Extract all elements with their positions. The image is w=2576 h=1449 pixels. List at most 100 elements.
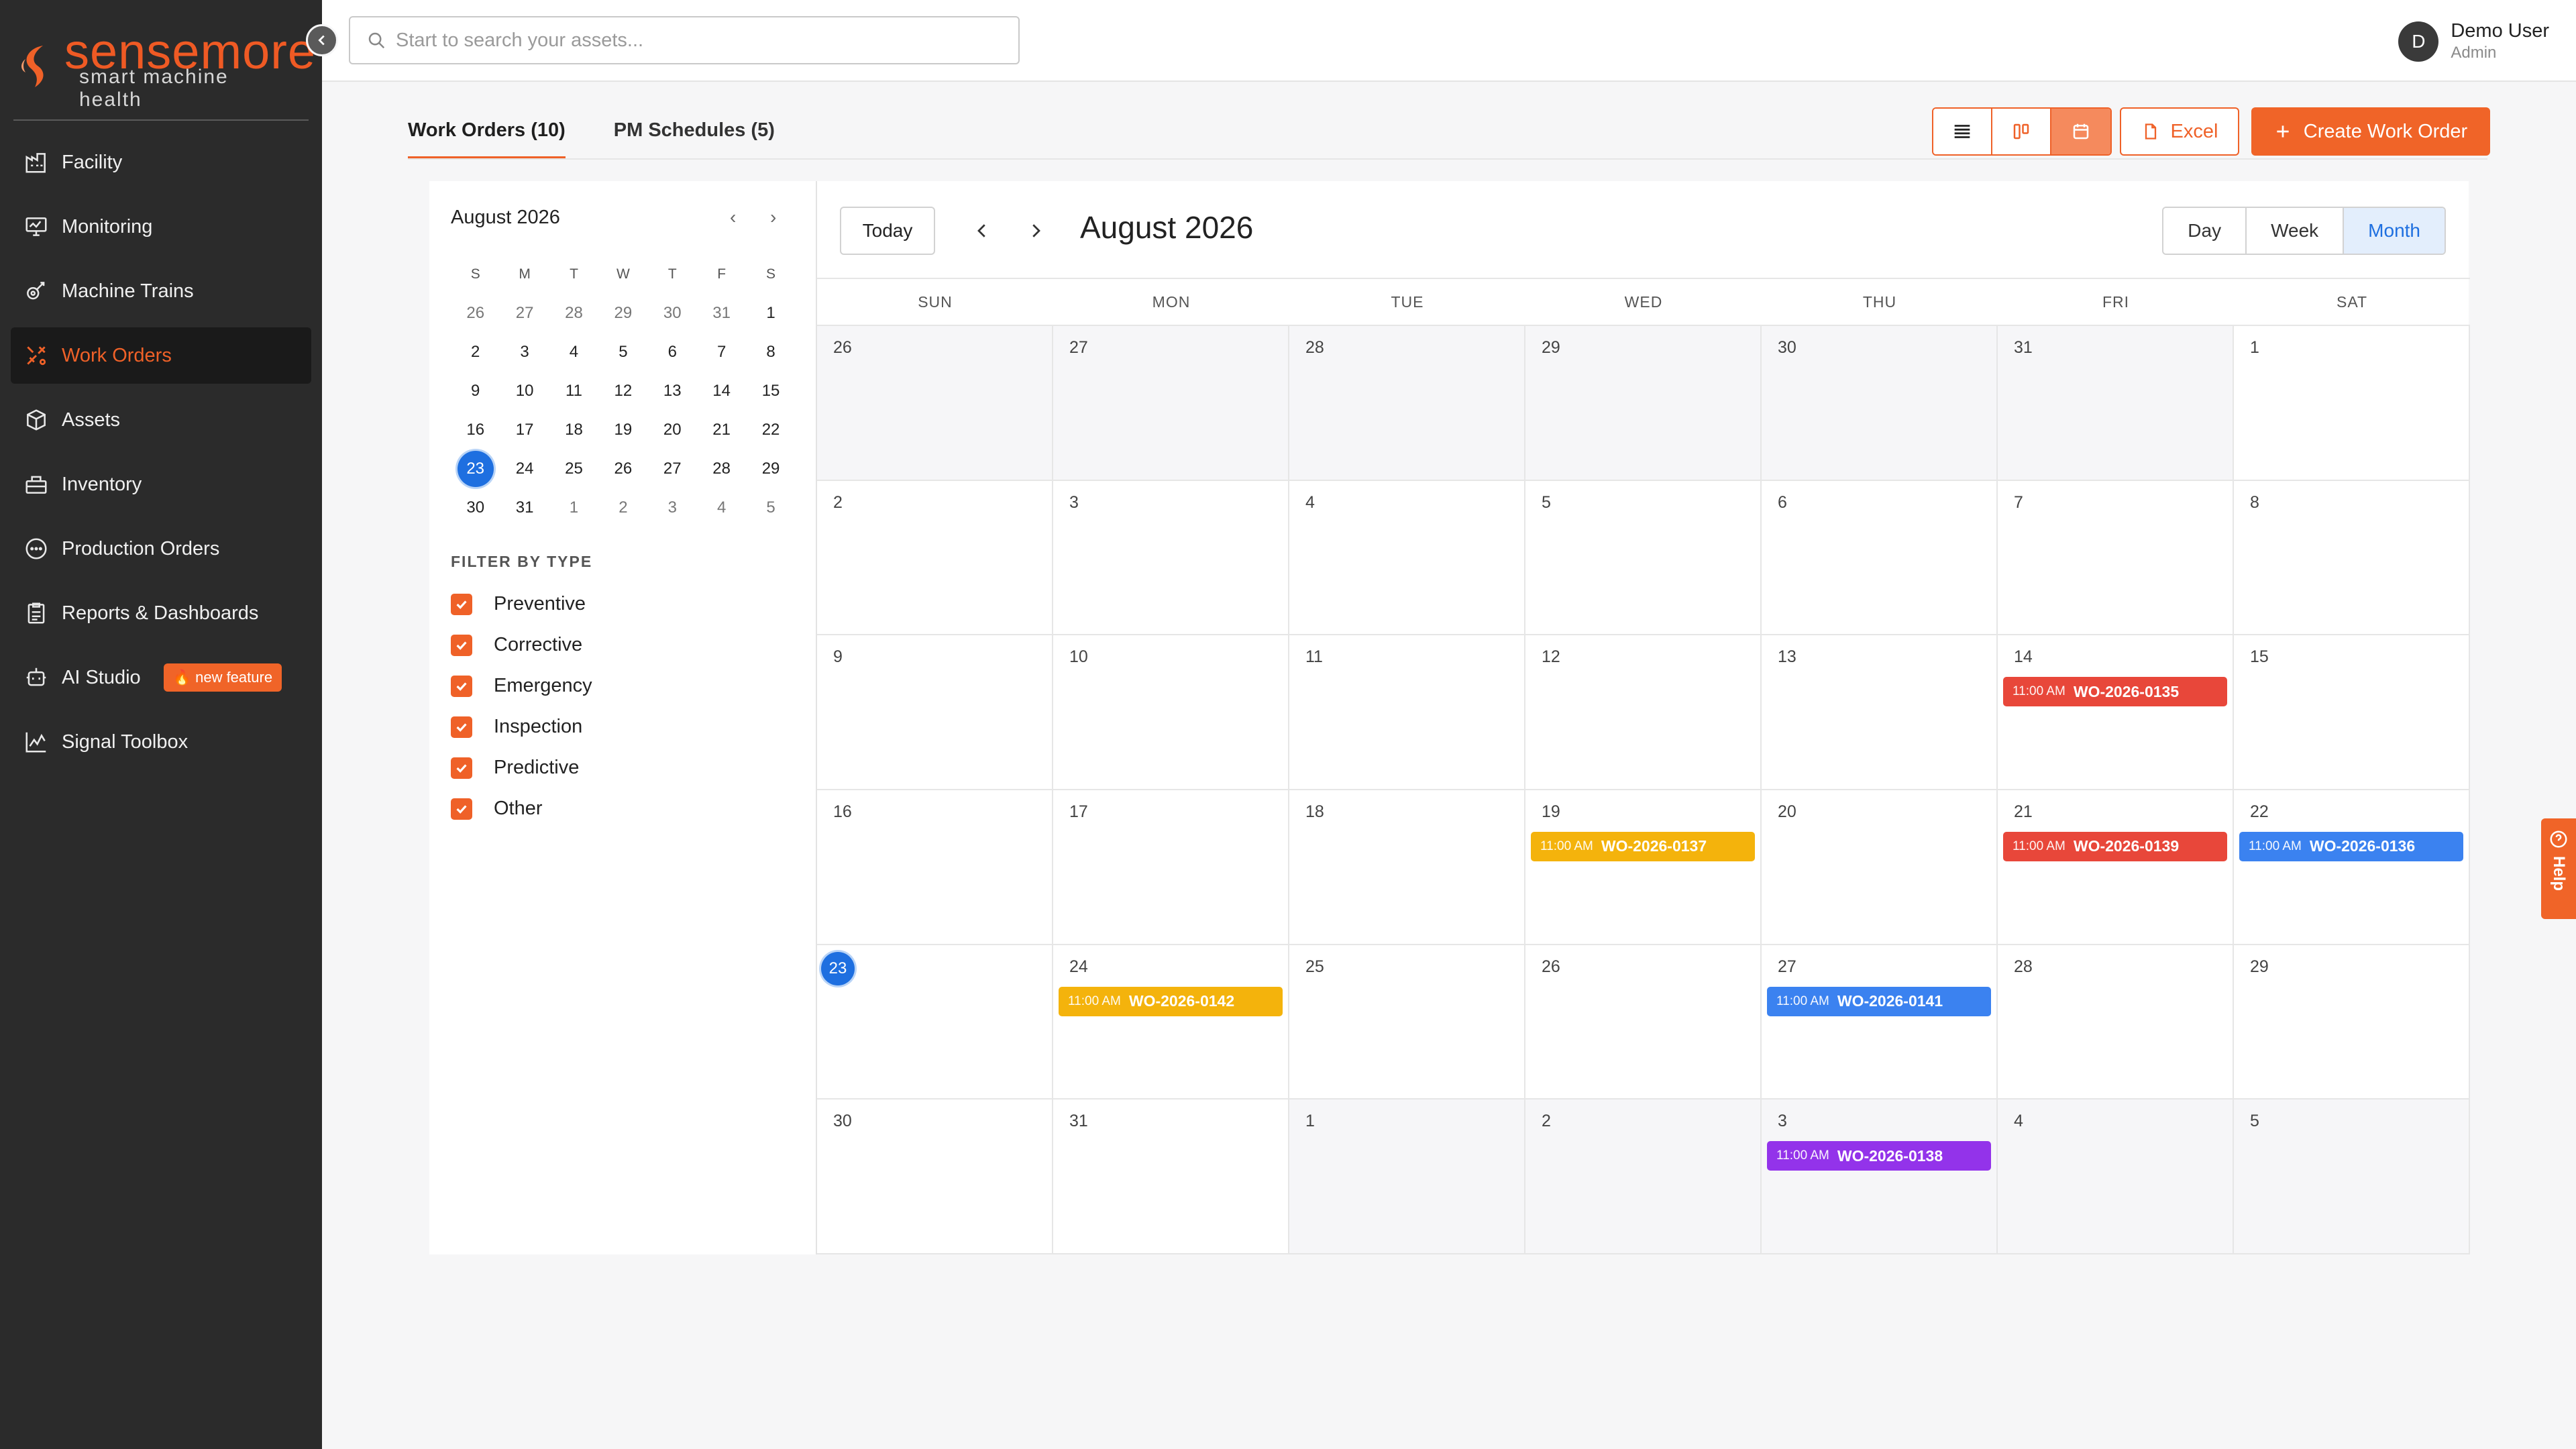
checkbox[interactable]: [451, 716, 472, 738]
sidebar-item-assets[interactable]: Assets: [11, 392, 311, 448]
day-cell[interactable]: 27 11:00 AM WO-2026-0141: [1762, 945, 1998, 1100]
mini-day[interactable]: 3: [648, 488, 697, 527]
mini-day[interactable]: 31: [697, 294, 746, 333]
mini-day[interactable]: 19: [598, 411, 647, 449]
day-view-button[interactable]: Day: [2163, 208, 2247, 254]
mini-day[interactable]: 5: [746, 488, 795, 527]
day-cell[interactable]: 9: [817, 635, 1053, 790]
mini-day[interactable]: 6: [648, 333, 697, 372]
mini-day[interactable]: 10: [500, 372, 549, 411]
sidebar-item-signal-toolbox[interactable]: Signal Toolbox: [11, 714, 311, 770]
day-cell[interactable]: 20: [1762, 790, 1998, 945]
day-cell[interactable]: 26: [817, 326, 1053, 481]
mini-day[interactable]: 23: [451, 449, 500, 488]
mini-day[interactable]: 20: [648, 411, 697, 449]
day-cell[interactable]: 23: [817, 945, 1053, 1100]
sidebar-item-reports[interactable]: Reports & Dashboards: [11, 585, 311, 641]
checkbox[interactable]: [451, 593, 472, 615]
mini-day[interactable]: 30: [648, 294, 697, 333]
mini-next-month-button[interactable]: ›: [770, 207, 776, 228]
checkbox[interactable]: [451, 634, 472, 656]
work-order-event[interactable]: 11:00 AM WO-2026-0137: [1531, 831, 1755, 861]
day-cell[interactable]: 31: [1998, 326, 2234, 481]
mini-day[interactable]: 7: [697, 333, 746, 372]
mini-day[interactable]: 4: [697, 488, 746, 527]
mini-day[interactable]: 1: [746, 294, 795, 333]
mini-day[interactable]: 2: [598, 488, 647, 527]
user-menu[interactable]: D Demo User Admin: [2398, 20, 2549, 62]
day-cell[interactable]: 17: [1053, 790, 1289, 945]
sidebar-item-inventory[interactable]: Inventory: [11, 456, 311, 513]
day-cell[interactable]: 18: [1289, 790, 1525, 945]
checkbox[interactable]: [451, 757, 472, 779]
day-cell[interactable]: 8: [2234, 480, 2470, 636]
work-order-event[interactable]: 11:00 AM WO-2026-0139: [2003, 831, 2227, 861]
search-input[interactable]: [396, 29, 986, 52]
mini-day[interactable]: 1: [549, 488, 598, 527]
mini-day[interactable]: 26: [598, 449, 647, 488]
week-view-button[interactable]: Week: [2247, 208, 2345, 254]
day-cell[interactable]: 29: [1525, 326, 1762, 481]
day-cell[interactable]: 28: [1998, 945, 2234, 1100]
next-month-button[interactable]: [1020, 215, 1052, 247]
checkbox[interactable]: [451, 675, 472, 697]
search-box[interactable]: [349, 16, 1020, 64]
sidebar-item-ai-studio[interactable]: AI Studio 🔥 new feature: [11, 649, 311, 706]
board-view-button[interactable]: [1992, 109, 2051, 154]
day-cell[interactable]: 28: [1289, 326, 1525, 481]
tab-work-orders[interactable]: Work Orders (10): [408, 114, 566, 160]
day-cell[interactable]: 10: [1053, 635, 1289, 790]
mini-day[interactable]: 30: [451, 488, 500, 527]
mini-prev-month-button[interactable]: ‹: [730, 207, 736, 228]
mini-day[interactable]: 18: [549, 411, 598, 449]
mini-day[interactable]: 14: [697, 372, 746, 411]
day-cell[interactable]: 1: [1289, 1099, 1525, 1254]
mini-day[interactable]: 5: [598, 333, 647, 372]
mini-day[interactable]: 29: [598, 294, 647, 333]
day-cell[interactable]: 29: [2234, 945, 2470, 1100]
help-tab[interactable]: Help: [2541, 818, 2576, 919]
mini-day[interactable]: 15: [746, 372, 795, 411]
day-cell[interactable]: 7: [1998, 480, 2234, 636]
mini-day[interactable]: 28: [549, 294, 598, 333]
sidebar-item-facility[interactable]: Facility: [11, 134, 311, 191]
mini-day[interactable]: 13: [648, 372, 697, 411]
work-order-event[interactable]: 11:00 AM WO-2026-0141: [1767, 986, 1991, 1016]
avatar[interactable]: D: [2398, 21, 2439, 62]
sidebar-item-work-orders[interactable]: Work Orders: [11, 327, 311, 384]
mini-day[interactable]: 26: [451, 294, 500, 333]
filter-inspection[interactable]: Inspection: [451, 706, 592, 747]
day-cell[interactable]: 25: [1289, 945, 1525, 1100]
day-cell[interactable]: 14 11:00 AM WO-2026-0135: [1998, 635, 2234, 790]
mini-day[interactable]: 27: [500, 294, 549, 333]
day-cell[interactable]: 31: [1053, 1099, 1289, 1254]
mini-day[interactable]: 21: [697, 411, 746, 449]
work-order-event[interactable]: 11:00 AM WO-2026-0138: [1767, 1141, 1991, 1171]
day-cell[interactable]: 5: [1525, 480, 1762, 636]
mini-day[interactable]: 17: [500, 411, 549, 449]
day-cell[interactable]: 12: [1525, 635, 1762, 790]
mini-day[interactable]: 2: [451, 333, 500, 372]
day-cell[interactable]: 4: [1289, 480, 1525, 636]
day-cell[interactable]: 3 11:00 AM WO-2026-0138: [1762, 1099, 1998, 1254]
day-cell[interactable]: 2: [1525, 1099, 1762, 1254]
month-view-button[interactable]: Month: [2344, 208, 2445, 254]
mini-day[interactable]: 8: [746, 333, 795, 372]
mini-day[interactable]: 29: [746, 449, 795, 488]
sidebar-collapse-button[interactable]: [306, 24, 338, 56]
list-view-button[interactable]: [1933, 109, 1992, 154]
day-cell[interactable]: 22 11:00 AM WO-2026-0136: [2234, 790, 2470, 945]
day-cell[interactable]: 16: [817, 790, 1053, 945]
mini-selected-day[interactable]: 23: [457, 451, 494, 487]
filter-corrective[interactable]: Corrective: [451, 625, 592, 665]
mini-day[interactable]: 25: [549, 449, 598, 488]
filter-other[interactable]: Other: [451, 788, 592, 829]
day-cell[interactable]: 15: [2234, 635, 2470, 790]
mini-day[interactable]: 27: [648, 449, 697, 488]
day-cell[interactable]: 30: [1762, 326, 1998, 481]
day-cell[interactable]: 6: [1762, 480, 1998, 636]
mini-day[interactable]: 31: [500, 488, 549, 527]
excel-export-button[interactable]: Excel: [2120, 107, 2239, 156]
sidebar-item-machine-trains[interactable]: Machine Trains: [11, 263, 311, 319]
mini-day[interactable]: 3: [500, 333, 549, 372]
